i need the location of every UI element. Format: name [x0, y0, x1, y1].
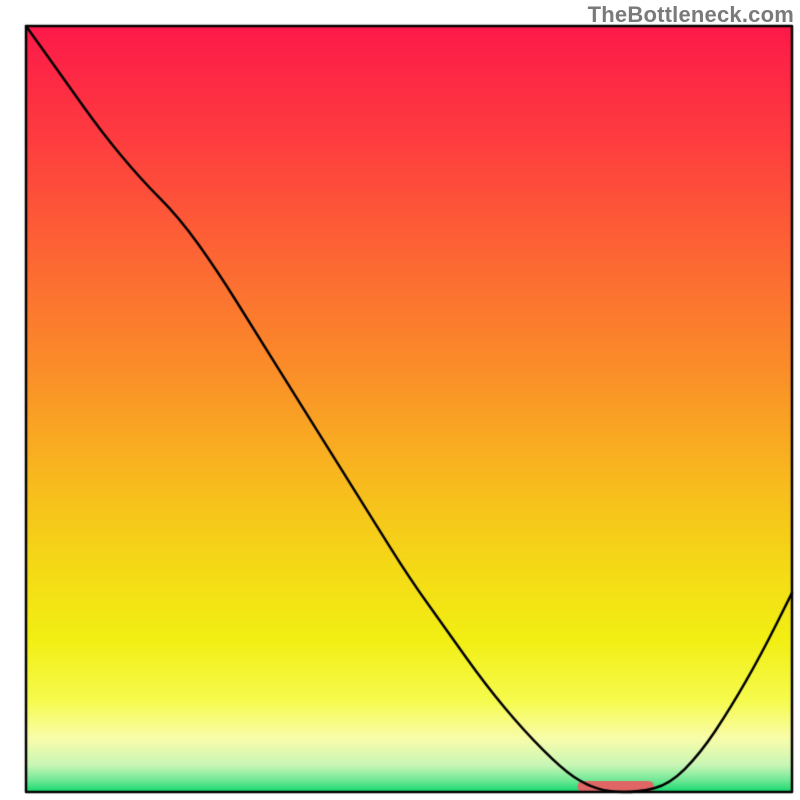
watermark-text: TheBottleneck.com [588, 2, 794, 28]
chart-canvas [0, 0, 800, 800]
chart-container: TheBottleneck.com [0, 0, 800, 800]
